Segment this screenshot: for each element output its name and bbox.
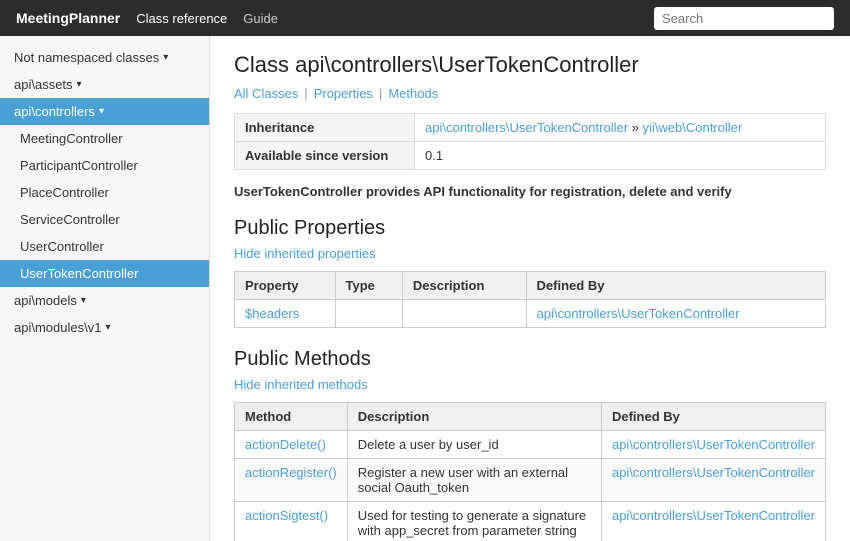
search-input[interactable] bbox=[654, 7, 834, 30]
defined-by-link[interactable]: api\controllers\UserTokenController bbox=[612, 437, 815, 452]
col-property: Property bbox=[235, 272, 336, 300]
method-description: Register a new user with an external soc… bbox=[347, 459, 601, 502]
table-header-row: Method Description Defined By bbox=[235, 403, 826, 431]
sidebar-item-label: api\models bbox=[14, 293, 77, 308]
breadcrumb: All Classes | Properties | Methods bbox=[234, 86, 826, 101]
sidebar-item-label: Not namespaced classes bbox=[14, 50, 159, 65]
class-description: UserTokenController provides API functio… bbox=[234, 184, 826, 199]
table-row: actionSigtest() Used for testing to gene… bbox=[235, 502, 826, 541]
inheritance-value: api\controllers\UserTokenController » yi… bbox=[415, 114, 826, 142]
sidebar: Not namespaced classes ▾ api\assets ▾ ap… bbox=[0, 36, 210, 541]
col-description: Description bbox=[402, 272, 526, 300]
col-method: Method bbox=[235, 403, 348, 431]
property-type bbox=[335, 300, 402, 328]
table-row: Inheritance api\controllers\UserTokenCon… bbox=[235, 114, 826, 142]
sidebar-item-user-token-controller[interactable]: UserTokenController bbox=[0, 260, 209, 287]
table-row: Available since version 0.1 bbox=[235, 142, 826, 170]
sidebar-item-label: api\assets bbox=[14, 77, 73, 92]
method-link[interactable]: actionDelete() bbox=[245, 437, 326, 452]
separator: | bbox=[379, 86, 382, 101]
method-link[interactable]: actionSigtest() bbox=[245, 508, 328, 523]
property-link[interactable]: $headers bbox=[245, 306, 299, 321]
col-description: Description bbox=[347, 403, 601, 431]
page-title: Class api\controllers\UserTokenControlle… bbox=[234, 52, 826, 78]
public-properties-heading: Public Properties bbox=[234, 217, 826, 240]
sidebar-item-api-modules-v1[interactable]: api\modules\v1 ▾ bbox=[0, 314, 209, 341]
brand-logo: MeetingPlanner bbox=[16, 10, 120, 26]
chevron-down-icon: ▾ bbox=[105, 322, 110, 333]
chevron-down-icon: ▾ bbox=[163, 52, 168, 63]
sidebar-item-api-controllers[interactable]: api\controllers ▾ bbox=[0, 98, 209, 125]
chevron-down-icon: ▾ bbox=[99, 106, 104, 117]
sidebar-item-api-models[interactable]: api\models ▾ bbox=[0, 287, 209, 314]
separator: | bbox=[304, 86, 307, 101]
defined-by-link[interactable]: api\controllers\UserTokenController bbox=[612, 465, 815, 480]
top-navigation: MeetingPlanner Class reference Guide bbox=[0, 0, 850, 36]
sidebar-item-label: api\modules\v1 bbox=[14, 320, 101, 335]
separator: » bbox=[632, 120, 643, 135]
defined-by-link[interactable]: api\controllers\UserTokenController bbox=[612, 508, 815, 523]
sidebar-item-api-assets[interactable]: api\assets ▾ bbox=[0, 71, 209, 98]
sidebar-item-place-controller[interactable]: PlaceController bbox=[0, 179, 209, 206]
version-label: Available since version bbox=[235, 142, 415, 170]
property-description bbox=[402, 300, 526, 328]
table-header-row: Property Type Description Defined By bbox=[235, 272, 826, 300]
sidebar-item-service-controller[interactable]: ServiceController bbox=[0, 206, 209, 233]
sidebar-item-not-namespaced[interactable]: Not namespaced classes ▾ bbox=[0, 44, 209, 71]
inheritance-label: Inheritance bbox=[235, 114, 415, 142]
col-type: Type bbox=[335, 272, 402, 300]
method-description: Used for testing to generate a signature… bbox=[347, 502, 601, 541]
inheritance-link1[interactable]: api\controllers\UserTokenController bbox=[425, 120, 628, 135]
breadcrumb-methods[interactable]: Methods bbox=[388, 86, 438, 101]
table-row: actionRegister() Register a new user wit… bbox=[235, 459, 826, 502]
methods-table: Method Description Defined By actionDele… bbox=[234, 402, 826, 541]
breadcrumb-all-classes[interactable]: All Classes bbox=[234, 86, 298, 101]
version-value: 0.1 bbox=[415, 142, 826, 170]
chevron-down-icon: ▾ bbox=[81, 295, 86, 306]
sidebar-item-meeting-controller[interactable]: MeetingController bbox=[0, 125, 209, 152]
nav-guide[interactable]: Guide bbox=[243, 11, 278, 26]
nav-class-reference[interactable]: Class reference bbox=[136, 11, 227, 26]
col-defined-by: Defined By bbox=[601, 403, 825, 431]
info-table: Inheritance api\controllers\UserTokenCon… bbox=[234, 113, 826, 170]
sidebar-item-user-controller[interactable]: UserController bbox=[0, 233, 209, 260]
sidebar-item-label: api\controllers bbox=[14, 104, 95, 119]
table-row: $headers api\controllers\UserTokenContro… bbox=[235, 300, 826, 328]
properties-table: Property Type Description Defined By $he… bbox=[234, 271, 826, 328]
hide-inherited-properties-link[interactable]: Hide inherited properties bbox=[234, 246, 826, 261]
col-defined-by: Defined By bbox=[526, 272, 825, 300]
method-description: Delete a user by user_id bbox=[347, 431, 601, 459]
hide-inherited-methods-link[interactable]: Hide inherited methods bbox=[234, 377, 826, 392]
breadcrumb-properties[interactable]: Properties bbox=[314, 86, 373, 101]
method-link[interactable]: actionRegister() bbox=[245, 465, 337, 480]
defined-by-link[interactable]: api\controllers\UserTokenController bbox=[537, 306, 740, 321]
sidebar-item-participant-controller[interactable]: ParticipantController bbox=[0, 152, 209, 179]
inheritance-link2[interactable]: yii\web\Controller bbox=[643, 120, 743, 135]
main-content: Class api\controllers\UserTokenControlle… bbox=[210, 36, 850, 541]
chevron-down-icon: ▾ bbox=[77, 79, 82, 90]
public-methods-heading: Public Methods bbox=[234, 348, 826, 371]
table-row: actionDelete() Delete a user by user_id … bbox=[235, 431, 826, 459]
